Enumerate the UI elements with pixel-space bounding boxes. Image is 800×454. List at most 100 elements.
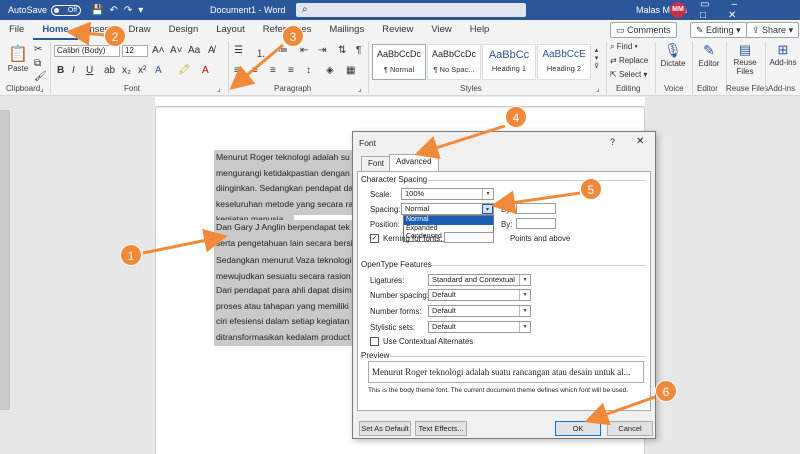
change-case-icon[interactable]: Aa xyxy=(188,45,200,56)
tab-view[interactable]: View xyxy=(422,20,460,40)
position-label: Position: xyxy=(370,220,400,229)
tab-advanced[interactable]: Advanced xyxy=(389,154,439,171)
styles-scroll-icon[interactable]: ▴ ▾ ⊽ xyxy=(594,46,599,70)
chevron-down-icon: ▾ xyxy=(519,275,530,285)
horizontal-ruler[interactable] xyxy=(155,97,645,107)
style-name: Heading 1 xyxy=(491,64,527,73)
window-controls[interactable]: ▭–□✕ xyxy=(700,0,800,21)
strikethrough-icon[interactable]: ab xyxy=(104,65,115,76)
style-no-spacing[interactable]: AaBbCcDc ¶ No Spac... xyxy=(427,44,481,80)
help-icon[interactable]: ? xyxy=(610,137,615,147)
shading-icon[interactable]: ◈ xyxy=(326,65,334,76)
font-color-icon[interactable]: A xyxy=(202,65,209,76)
align-left-icon[interactable]: ≡ xyxy=(234,65,240,76)
numbering-icon[interactable]: ⒈ xyxy=(256,45,266,60)
editor-button[interactable]: ✎ Editor xyxy=(694,42,724,68)
editing-label: Editing xyxy=(706,25,734,35)
style-heading-1[interactable]: AaBbCc Heading 1 xyxy=(482,44,536,80)
spacing-by-input[interactable] xyxy=(516,203,556,214)
format-painter-icon[interactable]: 🖌 xyxy=(34,71,47,82)
sort-icon[interactable]: ⇅ xyxy=(338,45,346,56)
text-effects-icon[interactable]: A xyxy=(155,65,162,76)
select-button[interactable]: ⇱ Select ▾ xyxy=(610,70,647,79)
superscript-icon[interactable]: x² xyxy=(138,65,146,76)
tab-mailings[interactable]: Mailings xyxy=(320,20,373,40)
tab-design[interactable]: Design xyxy=(160,20,208,40)
clipboard-icon: 📋 xyxy=(8,46,28,63)
kerning-checkbox[interactable]: ✓ xyxy=(370,234,379,243)
number-spacing-select[interactable]: Default ▾ xyxy=(428,289,531,301)
style-normal[interactable]: AaBbCcDc ¶ Normal xyxy=(372,44,426,80)
scale-select[interactable]: 100% ▾ xyxy=(401,188,494,200)
cursor-icon: ⇱ xyxy=(610,70,619,79)
ribbon: 📋 Paste ✂ ⧉ 🖌 Clipboard ⌟ Calibri (Body)… xyxy=(0,40,800,96)
close-icon[interactable]: ✕ xyxy=(636,136,644,147)
replace-button[interactable]: ⇄ Replace xyxy=(610,56,648,65)
kerning-points-input[interactable] xyxy=(444,232,494,243)
ok-button[interactable]: OK xyxy=(555,421,601,436)
paragraph-dialog-launcher-icon[interactable]: ⌟ xyxy=(358,84,362,93)
autosave-toggle[interactable]: Off xyxy=(51,4,82,16)
font-dialog-launcher-icon[interactable]: ⌟ xyxy=(217,84,221,93)
increase-indent-icon[interactable]: ⇥ xyxy=(318,45,326,56)
font-family-select[interactable]: Calibri (Body) xyxy=(54,45,120,57)
clear-formatting-icon[interactable]: A̸ xyxy=(208,45,215,56)
tab-home[interactable]: Home xyxy=(33,20,78,40)
subscript-icon[interactable]: x₂ xyxy=(122,65,131,76)
underline-button[interactable]: U xyxy=(86,65,93,76)
cut-icon[interactable]: ✂ xyxy=(34,44,42,55)
reuse-files-button[interactable]: ▤ Reuse Files xyxy=(728,42,762,76)
styles-dialog-launcher-icon[interactable]: ⌟ xyxy=(596,84,600,93)
contextual-alternates-checkbox[interactable] xyxy=(370,337,379,346)
paste-button[interactable]: 📋 Paste xyxy=(6,44,30,73)
position-by-input[interactable] xyxy=(516,218,556,229)
grow-font-icon[interactable]: A˄ xyxy=(152,45,165,56)
tab-file[interactable]: File xyxy=(0,20,33,40)
text-effects-button[interactable]: Text Effects... xyxy=(415,421,467,436)
align-right-icon[interactable]: ≡ xyxy=(270,65,276,76)
character-spacing-heading: Character Spacing xyxy=(361,175,428,184)
dictate-button[interactable]: 🎙 Dictate xyxy=(658,42,688,68)
bold-button[interactable]: B xyxy=(57,65,64,76)
align-center-icon[interactable]: ≡ xyxy=(252,65,258,76)
justify-icon[interactable]: ≡ xyxy=(288,65,294,76)
spacing-select[interactable]: Normal ▾ xyxy=(401,203,494,215)
tab-font[interactable]: Font xyxy=(361,156,392,171)
dialog-launcher-icon[interactable]: ⌟ xyxy=(40,84,44,93)
dialog-title: Font xyxy=(359,138,377,148)
highlight-icon[interactable]: 🖍 xyxy=(178,65,191,76)
scale-value: 100% xyxy=(405,189,425,198)
style-sample: AaBbCcE xyxy=(542,49,586,60)
cancel-button[interactable]: Cancel xyxy=(607,421,653,436)
bullets-icon[interactable]: ☰ xyxy=(234,45,243,56)
avatar[interactable]: MM xyxy=(670,2,686,18)
ligatures-label: Ligatures: xyxy=(370,276,405,285)
line-spacing-icon[interactable]: ↕ xyxy=(306,65,311,76)
tab-help[interactable]: Help xyxy=(461,20,499,40)
comments-button[interactable]: ▭ Comments xyxy=(610,22,677,38)
chevron-down-icon: ▾ xyxy=(519,322,530,332)
number-forms-select[interactable]: Default ▾ xyxy=(428,305,531,317)
search-box[interactable]: ⌕ xyxy=(296,3,526,17)
borders-icon[interactable]: ▦ xyxy=(346,65,355,76)
tab-review[interactable]: Review xyxy=(373,20,422,40)
stylistic-sets-select[interactable]: Default ▾ xyxy=(428,321,531,333)
copy-icon[interactable]: ⧉ xyxy=(34,58,41,69)
quick-access-toolbar[interactable]: 💾↶↷▾ xyxy=(91,5,149,16)
spacing-option[interactable]: Normal xyxy=(404,216,493,225)
pilcrow-icon[interactable]: ¶ xyxy=(356,45,361,56)
multilevel-list-icon[interactable]: ≔ xyxy=(278,45,288,56)
style-heading-2[interactable]: AaBbCcE Heading 2 xyxy=(537,44,591,80)
editing-mode-button[interactable]: ✎ Editing ▾ xyxy=(690,22,747,38)
shrink-font-icon[interactable]: A˅ xyxy=(170,45,183,56)
share-button[interactable]: ⇪ Share ▾ xyxy=(746,22,800,38)
set-as-default-button[interactable]: Set As Default xyxy=(359,421,411,436)
decrease-indent-icon[interactable]: ⇤ xyxy=(300,45,308,56)
ligatures-select[interactable]: Standard and Contextual ▾ xyxy=(428,274,531,286)
divider xyxy=(765,42,766,94)
font-size-select[interactable]: 12 xyxy=(122,45,148,57)
addins-button[interactable]: ⊞ Add-ins xyxy=(768,42,798,67)
tab-layout[interactable]: Layout xyxy=(207,20,254,40)
find-button[interactable]: ⌕ Find ▾ xyxy=(610,42,638,52)
italic-button[interactable]: I xyxy=(72,65,75,76)
